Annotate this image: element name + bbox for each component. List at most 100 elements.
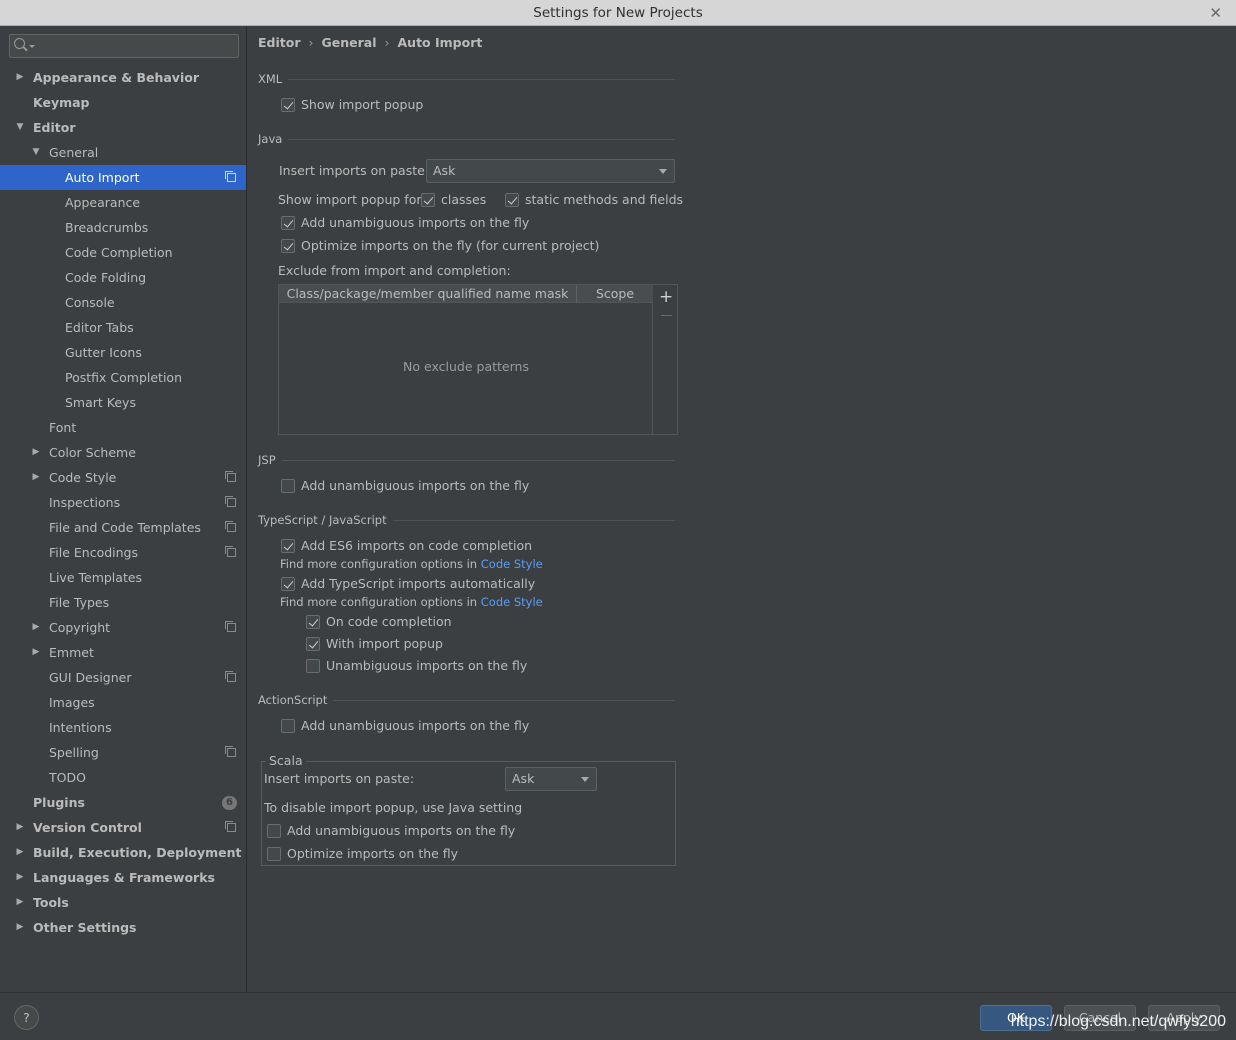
code-style-link[interactable]: Code Style xyxy=(481,595,543,609)
tree-item-file-encodings[interactable]: File Encodings xyxy=(0,540,246,565)
collapse-arrow-icon[interactable]: ▼ xyxy=(15,115,25,140)
checkbox-box[interactable] xyxy=(281,239,295,253)
tree-item-todo[interactable]: TODO xyxy=(0,765,246,790)
checkbox-box[interactable] xyxy=(281,98,295,112)
checkbox-box[interactable] xyxy=(281,719,295,733)
empty-table-text: No exclude patterns xyxy=(403,359,529,374)
project-scope-icon xyxy=(225,746,236,757)
scala-insert-on-paste-select[interactable]: Ask xyxy=(505,767,597,791)
find-more-prefix: Find more configuration options in xyxy=(280,557,478,571)
checkbox-box[interactable] xyxy=(421,193,435,207)
expand-arrow-icon[interactable]: ▶ xyxy=(31,615,41,640)
checkbox-box[interactable] xyxy=(306,615,320,629)
expand-arrow-icon[interactable]: ▶ xyxy=(31,440,41,465)
tree-item-color-scheme[interactable]: ▶ Color Scheme xyxy=(0,440,246,465)
expand-arrow-icon[interactable]: ▶ xyxy=(15,915,25,940)
search-history-icon[interactable] xyxy=(29,45,35,48)
tree-item-gutter-icons[interactable]: Gutter Icons xyxy=(0,340,246,365)
checkbox-box[interactable] xyxy=(281,479,295,493)
chevron-down-icon xyxy=(581,777,589,782)
code-style-link[interactable]: Code Style xyxy=(481,557,543,571)
tree-item-file-types[interactable]: File Types xyxy=(0,590,246,615)
tree-item-appearance-behavior[interactable]: ▶ Appearance & Behavior xyxy=(0,65,246,90)
checkbox-box[interactable] xyxy=(267,824,281,838)
tree-item-code-folding[interactable]: Code Folding xyxy=(0,265,246,290)
tree-item-label: TODO xyxy=(49,770,86,785)
checkbox-box[interactable] xyxy=(306,659,320,673)
checkbox-box[interactable] xyxy=(281,577,295,591)
checkbox-label: Add unambiguous imports on the fly xyxy=(301,478,530,493)
tree-item-tools[interactable]: ▶ Tools xyxy=(0,890,246,915)
java-insert-on-paste-select[interactable]: Ask xyxy=(426,159,675,183)
expand-arrow-icon[interactable]: ▶ xyxy=(31,465,41,490)
tree-item-label: Keymap xyxy=(33,95,90,110)
search-icon xyxy=(14,38,25,49)
find-more-prefix: Find more configuration options in xyxy=(280,595,478,609)
tree-item-postfix-completion[interactable]: Postfix Completion xyxy=(0,365,246,390)
expand-arrow-icon[interactable]: ▶ xyxy=(15,815,25,840)
tree-item-code-style[interactable]: ▶ Code Style xyxy=(0,465,246,490)
tree-item-label: Font xyxy=(49,420,77,435)
tree-item-label: Editor xyxy=(33,120,76,135)
expand-arrow-icon[interactable]: ▶ xyxy=(15,840,25,865)
checkbox-box[interactable] xyxy=(281,216,295,230)
tree-item-breadcrumbs[interactable]: Breadcrumbs xyxy=(0,215,246,240)
tree-item-label: Smart Keys xyxy=(65,395,136,410)
remove-icon[interactable] xyxy=(661,315,672,316)
column-header-mask[interactable]: Class/package/member qualified name mask xyxy=(279,285,577,303)
expand-arrow-icon[interactable]: ▶ xyxy=(15,890,25,915)
project-scope-icon xyxy=(225,496,236,507)
tree-item-spelling[interactable]: Spelling xyxy=(0,740,246,765)
tree-item-build-execution-deployment[interactable]: ▶ Build, Execution, Deployment xyxy=(0,840,246,865)
tree-item-label: Console xyxy=(65,295,115,310)
checkbox-box[interactable] xyxy=(281,539,295,553)
tree-item-other-settings[interactable]: ▶ Other Settings xyxy=(0,915,246,940)
section-title: Scala xyxy=(266,753,306,769)
table-body[interactable]: No exclude patterns xyxy=(279,303,653,434)
expand-arrow-icon[interactable]: ▶ xyxy=(15,865,25,890)
tree-item-file-code-templates[interactable]: File and Code Templates xyxy=(0,515,246,540)
checkbox-box[interactable] xyxy=(505,193,519,207)
expand-arrow-icon[interactable]: ▶ xyxy=(15,65,25,90)
checkbox-label: Show import popup xyxy=(301,97,424,112)
add-icon[interactable]: + xyxy=(659,287,673,307)
tree-item-editor[interactable]: ▼ Editor xyxy=(0,115,246,140)
tree-item-intentions[interactable]: Intentions xyxy=(0,715,246,740)
tree-item-gui-designer[interactable]: GUI Designer xyxy=(0,665,246,690)
tree-item-general[interactable]: ▼ General xyxy=(0,140,246,165)
tree-item-languages-frameworks[interactable]: ▶ Languages & Frameworks xyxy=(0,865,246,890)
tree-item-label: Code Completion xyxy=(65,245,173,260)
close-icon[interactable]: ✕ xyxy=(1209,0,1222,27)
tree-item-label: Images xyxy=(49,695,95,710)
tree-item-copyright[interactable]: ▶ Copyright xyxy=(0,615,246,640)
project-scope-icon xyxy=(225,821,236,832)
tree-item-font[interactable]: Font xyxy=(0,415,246,440)
project-scope-icon xyxy=(225,521,236,532)
checkbox-box[interactable] xyxy=(306,637,320,651)
tree-item-version-control[interactable]: ▶ Version Control xyxy=(0,815,246,840)
search-field[interactable] xyxy=(9,34,239,58)
tree-item-smart-keys[interactable]: Smart Keys xyxy=(0,390,246,415)
column-header-scope[interactable]: Scope xyxy=(577,285,653,303)
tree-item-inspections[interactable]: Inspections xyxy=(0,490,246,515)
tree-item-plugins[interactable]: Plugins 6 xyxy=(0,790,246,815)
help-button[interactable]: ? xyxy=(14,1005,39,1030)
tree-item-images[interactable]: Images xyxy=(0,690,246,715)
tree-item-console[interactable]: Console xyxy=(0,290,246,315)
tree-item-auto-import[interactable]: Auto Import xyxy=(0,165,246,190)
tree-item-editor-tabs[interactable]: Editor Tabs xyxy=(0,315,246,340)
search-input[interactable] xyxy=(36,37,234,55)
checkbox-box[interactable] xyxy=(267,847,281,861)
tree-item-appearance[interactable]: Appearance xyxy=(0,190,246,215)
collapse-arrow-icon[interactable]: ▼ xyxy=(31,140,41,165)
tree-item-emmet[interactable]: ▶ Emmet xyxy=(0,640,246,665)
tree-item-keymap[interactable]: Keymap xyxy=(0,90,246,115)
expand-arrow-icon[interactable]: ▶ xyxy=(31,640,41,665)
tree-item-live-templates[interactable]: Live Templates xyxy=(0,565,246,590)
tree-item-code-completion[interactable]: Code Completion xyxy=(0,240,246,265)
tree-item-label: Live Templates xyxy=(49,570,143,585)
project-scope-icon xyxy=(225,621,236,632)
tree-item-label: Inspections xyxy=(49,495,121,510)
tree-item-label: Build, Execution, Deployment xyxy=(33,845,242,860)
tree-item-label: Breadcrumbs xyxy=(65,220,149,235)
